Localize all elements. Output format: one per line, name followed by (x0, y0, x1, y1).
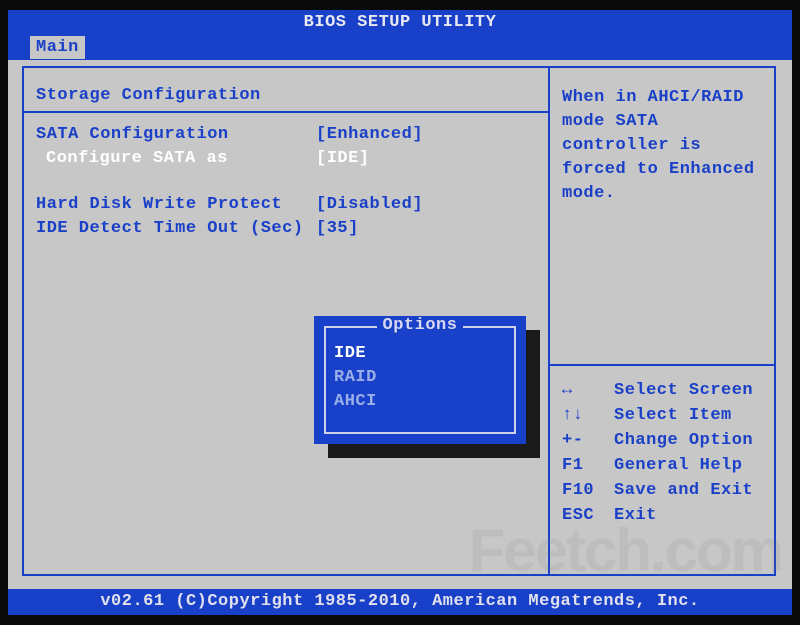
key-help-row: ↑↓Select Item (562, 403, 753, 428)
setting-value: [Enhanced] (316, 123, 532, 147)
key-glyph: ↑↓ (562, 403, 614, 428)
key-help-row: F10Save and Exit (562, 478, 753, 503)
setting-value: [IDE] (316, 147, 532, 171)
setting-value: [Disabled] (316, 193, 532, 217)
popup-title: Options (314, 316, 526, 335)
app-title: BIOS SETUP UTILITY (304, 13, 497, 32)
setting-label: IDE Detect Time Out (Sec) (36, 217, 316, 241)
help-text: When in AHCI/RAID mode SATA controller i… (562, 86, 768, 206)
key-desc: General Help (614, 453, 742, 478)
key-help-row: F1General Help (562, 453, 753, 478)
footer-text: v02.61 (C)Copyright 1985-2010, American … (100, 592, 699, 611)
setting-ide-detect-timeout[interactable]: IDE Detect Time Out (Sec) [35] (36, 217, 532, 241)
key-desc: Select Screen (614, 378, 753, 403)
key-help-row: ↔Select Screen (562, 378, 753, 403)
popup-items: IDE RAID AHCI (334, 342, 377, 414)
popup-border (514, 326, 516, 434)
content-frame: Storage Configuration SATA Configuration… (22, 66, 776, 576)
setting-sata-configuration[interactable]: SATA Configuration [Enhanced] (36, 123, 532, 147)
key-desc: Select Item (614, 403, 732, 428)
title-bar: BIOS SETUP UTILITY (8, 10, 792, 36)
key-glyph: ↔ (562, 378, 614, 403)
popup-option-raid[interactable]: RAID (334, 366, 377, 390)
options-popup[interactable]: Options IDE RAID AHCI (314, 316, 526, 444)
popup-option-ahci[interactable]: AHCI (334, 390, 377, 414)
setting-configure-sata-as[interactable]: Configure SATA as [IDE] (36, 147, 532, 171)
help-pane: When in AHCI/RAID mode SATA controller i… (550, 68, 776, 574)
key-help-list: ↔Select Screen ↑↓Select Item +-Change Op… (562, 378, 753, 528)
key-help-row: ESCExit (562, 503, 753, 528)
setting-label: SATA Configuration (36, 123, 316, 147)
setting-hd-write-protect[interactable]: Hard Disk Write Protect [Disabled] (36, 193, 532, 217)
key-glyph: ESC (562, 503, 614, 528)
setting-value: [35] (316, 217, 532, 241)
popup-border (324, 432, 516, 434)
key-desc: Exit (614, 503, 657, 528)
tab-main[interactable]: Main (30, 36, 85, 59)
menu-bar[interactable]: Main (8, 36, 792, 60)
popup-option-ide[interactable]: IDE (334, 342, 377, 366)
section-divider (24, 111, 548, 113)
bios-screen: BIOS SETUP UTILITY Main Storage Configur… (8, 10, 792, 615)
key-desc: Change Option (614, 428, 753, 453)
key-help-row: +-Change Option (562, 428, 753, 453)
key-glyph: F1 (562, 453, 614, 478)
key-glyph: +- (562, 428, 614, 453)
popup-border (324, 326, 326, 434)
setting-label: Configure SATA as (36, 147, 316, 171)
setting-label: Hard Disk Write Protect (36, 193, 316, 217)
section-title: Storage Configuration (36, 86, 532, 105)
help-divider (550, 364, 776, 366)
footer-bar: v02.61 (C)Copyright 1985-2010, American … (8, 589, 792, 615)
key-desc: Save and Exit (614, 478, 753, 503)
key-glyph: F10 (562, 478, 614, 503)
